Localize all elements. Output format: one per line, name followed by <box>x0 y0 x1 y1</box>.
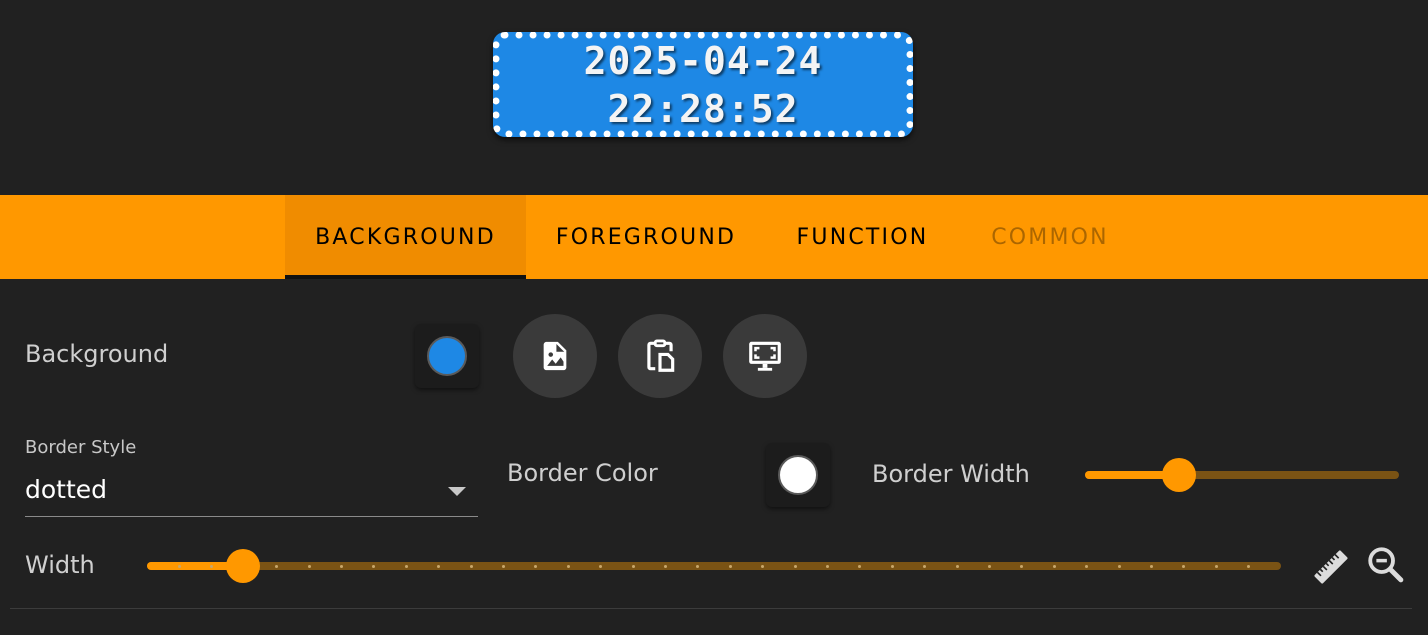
slider-tick <box>1182 564 1186 568</box>
slider-tick <box>534 564 538 568</box>
slider-tick <box>307 564 311 568</box>
monitor-fullscreen-icon <box>749 341 781 371</box>
slider-tick <box>339 564 343 568</box>
slider-tick <box>631 564 635 568</box>
slider-tick <box>210 564 214 568</box>
ruler-icon <box>1314 550 1348 584</box>
tab-background-label: BACKGROUND <box>315 224 496 250</box>
image-icon <box>543 341 567 371</box>
background-label: Background <box>25 340 169 368</box>
slider-tick <box>728 564 732 568</box>
slider-tick <box>1020 564 1024 568</box>
slider-tick <box>987 564 991 568</box>
border-style-label: Border Style <box>25 437 137 458</box>
slider-tick <box>437 564 441 568</box>
ruler-button[interactable] <box>1309 545 1353 589</box>
clock-preview: 2025-04-24 22:28:52 <box>493 32 913 137</box>
background-image-button[interactable] <box>513 314 597 398</box>
screen-background-button[interactable] <box>723 314 807 398</box>
tab-function[interactable]: FUNCTION <box>766 195 959 279</box>
slider-tick <box>1214 564 1218 568</box>
slider-tick <box>1085 564 1089 568</box>
background-color-picker[interactable] <box>415 324 479 388</box>
width-slider[interactable] <box>147 546 1281 586</box>
slider-tick <box>177 564 181 568</box>
tab-background[interactable]: BACKGROUND <box>285 195 526 279</box>
slider-tick <box>469 564 473 568</box>
zoom-out-icon <box>1368 547 1404 583</box>
border-color-swatch <box>778 455 818 495</box>
border-color-label: Border Color <box>507 459 658 487</box>
zoom-out-button[interactable] <box>1364 543 1408 587</box>
width-thumb[interactable] <box>226 549 260 583</box>
slider-tick <box>923 564 927 568</box>
slider-tick <box>566 564 570 568</box>
width-label: Width <box>25 551 95 579</box>
slider-tick <box>696 564 700 568</box>
chevron-down-icon <box>448 487 466 496</box>
tab-common: COMMON <box>959 195 1141 279</box>
border-width-label: Border Width <box>872 460 1030 488</box>
divider <box>10 608 1412 609</box>
tab-foreground-label: FOREGROUND <box>555 224 737 250</box>
border-width-thumb[interactable] <box>1162 458 1196 492</box>
slider-tick <box>793 564 797 568</box>
slider-tick <box>1247 564 1251 568</box>
slider-tick <box>599 564 603 568</box>
clock-time: 22:28:52 <box>607 86 799 131</box>
slider-tick <box>825 564 829 568</box>
background-color-swatch <box>427 336 467 376</box>
settings-tab-bar: BACKGROUND FOREGROUND FUNCTION COMMON <box>0 195 1428 279</box>
clipboard-file-icon <box>647 339 675 372</box>
border-color-picker[interactable] <box>766 443 830 507</box>
slider-tick <box>761 564 765 568</box>
tab-common-label: COMMON <box>991 224 1109 250</box>
slider-tick <box>1052 564 1056 568</box>
slider-tick <box>890 564 894 568</box>
slider-tick <box>275 564 279 568</box>
slider-tick <box>404 564 408 568</box>
slider-tick <box>501 564 505 568</box>
tab-foreground[interactable]: FOREGROUND <box>526 195 766 279</box>
width-track <box>147 562 1281 570</box>
slider-tick <box>858 564 862 568</box>
border-style-value: dotted <box>25 475 108 504</box>
slider-tick <box>663 564 667 568</box>
slider-tick <box>1117 564 1121 568</box>
slider-tick <box>1149 564 1153 568</box>
border-width-slider[interactable] <box>1085 455 1399 495</box>
slider-tick <box>955 564 959 568</box>
border-style-select[interactable]: Border Style dotted <box>25 435 478 517</box>
paste-background-button[interactable] <box>618 314 702 398</box>
slider-tick <box>372 564 376 568</box>
clock-date: 2025-04-24 <box>583 38 823 83</box>
tab-function-label: FUNCTION <box>796 224 929 250</box>
